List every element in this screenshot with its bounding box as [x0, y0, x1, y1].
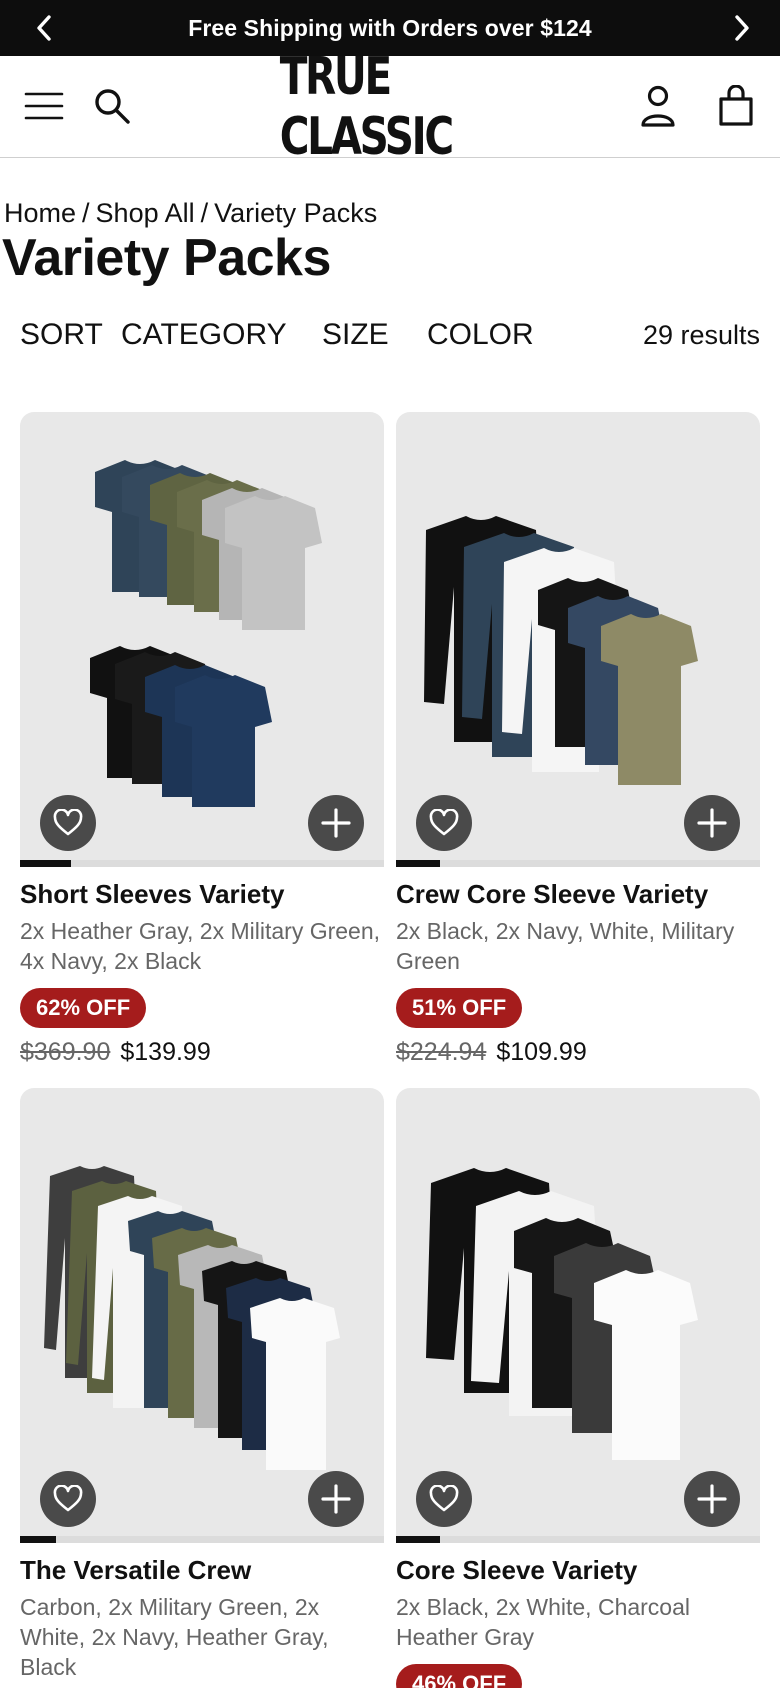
product-image[interactable] — [396, 1088, 760, 1543]
breadcrumb-current: Variety Packs — [214, 198, 378, 228]
chevron-right-icon — [735, 15, 749, 41]
breadcrumb: Home / Shop All / Variety Packs — [4, 198, 377, 229]
image-carousel-progress — [396, 860, 760, 867]
announcement-prev-button[interactable] — [28, 12, 60, 44]
carousel-progress-fill — [20, 1536, 57, 1543]
product-name[interactable]: Core Sleeve Variety — [396, 1555, 760, 1586]
search-icon — [95, 89, 130, 124]
wishlist-button[interactable] — [416, 1471, 472, 1527]
plus-icon — [321, 1484, 351, 1514]
image-carousel-progress — [396, 1536, 760, 1543]
image-carousel-progress — [20, 860, 384, 867]
discount-badge: 62% OFF — [20, 988, 147, 1028]
product-image[interactable] — [20, 412, 384, 867]
plus-icon — [697, 808, 727, 838]
product-image[interactable] — [396, 412, 760, 867]
shopping-bag-icon — [719, 85, 753, 126]
product-card[interactable]: Crew Core Sleeve Variety 2x Black, 2x Na… — [396, 412, 760, 1067]
results-count: 29 results — [642, 320, 760, 350]
price-row: $369.90 $139.99 — [20, 1038, 384, 1067]
wishlist-button[interactable] — [40, 1471, 96, 1527]
carousel-progress-fill — [20, 860, 71, 867]
announcement-text: Free Shipping with Orders over $124 — [188, 14, 592, 41]
original-price: $224.94 — [396, 1038, 487, 1066]
original-price: $369.90 — [20, 1038, 111, 1066]
wishlist-button[interactable] — [40, 795, 96, 851]
product-image[interactable] — [20, 1088, 384, 1543]
sale-price: $139.99 — [120, 1038, 211, 1066]
heart-icon — [53, 809, 83, 836]
search-button[interactable] — [90, 84, 134, 128]
menu-button[interactable] — [22, 86, 66, 126]
site-header: TRUE CLASSIC — [0, 47, 780, 167]
product-name[interactable]: The Versatile Crew — [20, 1555, 384, 1586]
product-card[interactable]: Short Sleeves Variety 2x Heather Gray, 2… — [20, 412, 384, 1067]
account-icon — [641, 85, 675, 127]
cart-button[interactable] — [714, 82, 758, 130]
breadcrumb-shop-all[interactable]: Shop All — [96, 198, 195, 228]
carousel-progress-fill — [396, 860, 440, 867]
price-row: $224.94 $109.99 — [396, 1038, 760, 1067]
hamburger-menu-icon — [24, 92, 64, 120]
quick-add-button[interactable] — [308, 795, 364, 851]
quick-add-button[interactable] — [684, 795, 740, 851]
account-button[interactable] — [636, 82, 680, 130]
color-filter-button[interactable]: COLOR — [427, 318, 534, 352]
product-card[interactable]: The Versatile Crew Carbon, 2x Military G… — [20, 1088, 384, 1682]
plus-icon — [697, 1484, 727, 1514]
carousel-progress-fill — [396, 1536, 440, 1543]
plus-icon — [321, 808, 351, 838]
site-logo[interactable]: TRUE CLASSIC — [280, 47, 491, 167]
wishlist-button[interactable] — [416, 795, 472, 851]
product-colors: 2x Black, 2x Navy, White, Military Green — [396, 918, 735, 974]
chevron-left-icon — [37, 15, 51, 41]
announcement-next-button[interactable] — [726, 12, 758, 44]
heart-icon — [429, 809, 459, 836]
product-card[interactable]: Core Sleeve Variety 2x Black, 2x White, … — [396, 1088, 760, 1688]
sale-price: $109.99 — [496, 1038, 587, 1066]
discount-badge: 51% OFF — [396, 988, 523, 1028]
product-colors: Carbon, 2x Military Green, 2x White, 2x … — [20, 1594, 329, 1680]
product-colors: 2x Heather Gray, 2x Military Green, 4x N… — [20, 918, 381, 974]
quick-add-button[interactable] — [308, 1471, 364, 1527]
category-filter-button[interactable]: CATEGORY — [121, 318, 287, 352]
product-name[interactable]: Crew Core Sleeve Variety — [396, 879, 760, 910]
product-name[interactable]: Short Sleeves Variety — [20, 879, 384, 910]
discount-badge: 46% OFF — [396, 1664, 523, 1688]
product-colors: 2x Black, 2x White, Charcoal Heather Gra… — [396, 1594, 691, 1650]
size-filter-button[interactable]: SIZE — [322, 318, 389, 352]
image-carousel-progress — [20, 1536, 384, 1543]
breadcrumb-separator: / — [200, 198, 209, 228]
breadcrumb-separator: / — [82, 198, 90, 228]
page-title: Variety Packs — [2, 229, 331, 287]
quick-add-button[interactable] — [684, 1471, 740, 1527]
heart-icon — [429, 1485, 459, 1512]
sort-button[interactable]: SORT — [20, 318, 103, 352]
filter-bar: SORT CATEGORY SIZE COLOR 29 results — [0, 318, 780, 362]
heart-icon — [53, 1485, 83, 1512]
breadcrumb-home[interactable]: Home — [4, 198, 76, 228]
